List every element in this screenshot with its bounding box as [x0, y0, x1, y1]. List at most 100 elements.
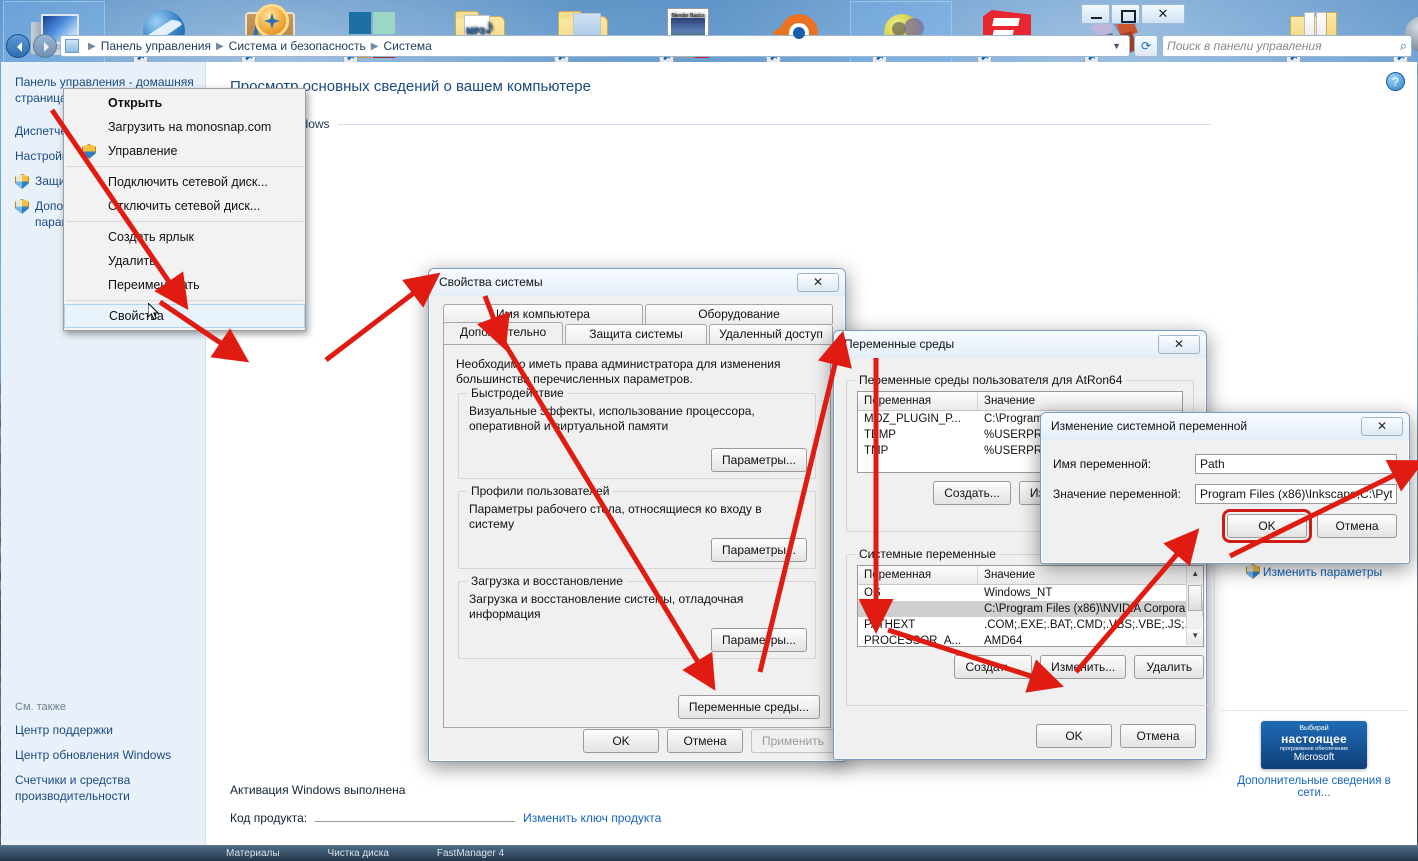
desktop-context-menu[interactable]: Открыть Загрузить на monosnap.com Управл…	[63, 88, 306, 331]
cancel-button[interactable]: Отмена	[1120, 724, 1196, 748]
context-menu-item-create-shortcut[interactable]: Создать ярлык	[64, 225, 305, 249]
edit-system-variable-dialog[interactable]: Изменение системной переменной ✕ Имя пер…	[1040, 412, 1410, 564]
context-menu-item-open[interactable]: Открыть	[64, 91, 305, 115]
vertical-scrollbar[interactable]: ▲ ▼	[1186, 567, 1204, 645]
breadcrumb-item-2[interactable]: Система	[383, 39, 431, 53]
minimize-button[interactable]	[1081, 4, 1110, 24]
see-also-windows-update[interactable]: Центр обновления Windows	[15, 747, 195, 763]
help-icon[interactable]: ?	[1386, 72, 1405, 91]
context-menu-item-delete[interactable]: Удалить	[64, 249, 305, 273]
group-performance: Быстродействие Визуальные эффекты, испол…	[458, 386, 816, 479]
breadcrumb-item-1[interactable]: Система и безопасность	[229, 39, 366, 53]
breadcrumb[interactable]: ▶ Панель управления ▶ Система и безопасн…	[60, 35, 1130, 57]
system-properties-titlebar[interactable]: Свойства системы ✕	[429, 269, 845, 296]
maximize-button[interactable]	[1111, 4, 1140, 24]
control-panel-navbar: ▶ Панель управления ▶ Система и безопасн…	[0, 30, 1418, 62]
more-info-online-link[interactable]: Дополнительные сведения в сети...	[1221, 775, 1407, 799]
badge-line-1: Выбирай	[1299, 725, 1329, 732]
environment-variables-button[interactable]: Переменные среды...	[677, 695, 820, 719]
ok-button[interactable]: OK	[1222, 509, 1312, 543]
cell-value: AMD64	[984, 635, 1023, 647]
user-profiles-settings-button[interactable]: Параметры...	[711, 538, 807, 562]
tabstrip-row-2: Дополнительно Защита системы Удаленный д…	[437, 322, 837, 344]
change-settings-label: Изменить параметры	[1262, 565, 1383, 579]
system-create-button[interactable]: Создать...	[954, 655, 1033, 679]
variable-name-field-row: Имя переменной:	[1053, 454, 1397, 474]
cell-value: C:\Program Files (x86)\NVIDIA Corpora...	[984, 603, 1195, 615]
dialog-title: Переменные среды	[844, 337, 955, 351]
tab-remote-access[interactable]: Удаленный доступ	[709, 324, 833, 344]
context-menu-item-map-network-drive[interactable]: Подключить сетевой диск...	[64, 170, 305, 194]
activation-section: Активация Windows выполнена Код продукта…	[230, 783, 661, 825]
table-row[interactable]: PATHEXT .COM;.EXE;.BAT;.CMD;.VBS;.VBE;.J…	[858, 617, 1203, 633]
shield-icon	[15, 199, 29, 214]
close-button[interactable]	[1141, 4, 1185, 24]
cancel-button[interactable]: Отмена	[1317, 514, 1397, 538]
table-row[interactable]: OS Windows_NT	[858, 585, 1203, 601]
refresh-button[interactable]: ⟳	[1134, 35, 1158, 57]
variable-name-input[interactable]	[1195, 454, 1397, 474]
tab-computer-name[interactable]: Имя компьютера	[443, 304, 643, 324]
taskbar-item-1[interactable]: Чистка диска	[328, 848, 389, 859]
advanced-tab-panel: Необходимо иметь права администратора дл…	[443, 344, 831, 728]
environment-variables-titlebar[interactable]: Переменные среды ✕	[834, 331, 1206, 358]
system-delete-button[interactable]: Удалить	[1134, 655, 1205, 679]
performance-settings-button[interactable]: Параметры...	[711, 448, 807, 472]
context-menu-item-disconnect-network-drive[interactable]: Отключить сетевой диск...	[64, 194, 305, 218]
ok-button[interactable]: OK	[582, 729, 659, 753]
scroll-up-icon[interactable]: ▲	[1187, 567, 1204, 583]
back-button[interactable]	[6, 34, 30, 58]
table-row[interactable]: PROCESSOR_A... AMD64	[858, 633, 1203, 649]
taskbar-item-2[interactable]: FastManager 4	[437, 848, 504, 859]
context-menu-item-manage[interactable]: Управление	[64, 139, 305, 163]
search-input[interactable]: Поиск в панели управления ⌕	[1162, 35, 1412, 57]
scroll-down-icon[interactable]: ▼	[1187, 629, 1204, 645]
badge-line-4: Microsoft	[1293, 752, 1335, 763]
chevron-down-icon[interactable]: ▼	[1108, 41, 1125, 51]
cell-variable: TMP	[864, 445, 889, 457]
ok-button[interactable]: OK	[1036, 724, 1112, 748]
context-menu-item-upload-monosnap[interactable]: Загрузить на monosnap.com	[64, 115, 305, 139]
dialog-title: Изменение системной переменной	[1051, 419, 1248, 433]
startup-recovery-settings-button[interactable]: Параметры...	[711, 628, 807, 652]
tabstrip-row-1: Имя компьютера Оборудование	[437, 302, 837, 324]
group-legend: Быстродействие	[467, 386, 568, 400]
taskbar-item-0[interactable]: Материалы	[226, 848, 280, 859]
change-settings-link[interactable]: Изменить параметры	[1221, 563, 1407, 580]
user-create-button[interactable]: Создать...	[933, 481, 1011, 505]
see-also-performance-tools[interactable]: Счетчики и средства производительности	[15, 772, 195, 804]
cancel-button[interactable]: Отмена	[666, 729, 743, 753]
see-also-header: См. также	[15, 701, 66, 713]
group-legend: Загрузка и восстановление	[467, 574, 627, 588]
scrollbar-thumb[interactable]	[1188, 585, 1203, 611]
taskbar[interactable]: Материалы Чистка диска FastManager 4	[0, 845, 1418, 861]
tab-system-protection[interactable]: Защита системы	[565, 324, 707, 344]
variable-value-input[interactable]	[1195, 484, 1397, 504]
control-panel-titlebar[interactable]	[1, 1, 1189, 31]
forward-button[interactable]	[33, 34, 57, 58]
group-description: Загрузка и восстановление системы, отлад…	[469, 592, 744, 621]
close-button[interactable]: ✕	[1361, 417, 1403, 436]
context-menu-item-properties[interactable]: Свойства	[64, 304, 305, 328]
change-product-key-link[interactable]: Изменить ключ продукта	[523, 811, 661, 825]
activation-status: Активация Windows выполнена	[230, 783, 406, 797]
page-title: Просмотр основных сведений о вашем компь…	[230, 78, 591, 95]
see-also-support-center[interactable]: Центр поддержки	[15, 722, 195, 738]
see-also-section: См. также Центр поддержки Центр обновлен…	[15, 701, 195, 813]
close-button[interactable]: ✕	[1158, 335, 1200, 354]
cell-variable: PATHEXT	[864, 619, 916, 631]
shield-icon	[82, 144, 96, 159]
tab-advanced[interactable]: Дополнительно	[443, 322, 563, 344]
badge-line-2: настоящее	[1281, 732, 1347, 746]
context-menu-item-rename[interactable]: Переименовать	[64, 273, 305, 297]
system-properties-dialog[interactable]: Свойства системы ✕ Имя компьютера Оборуд…	[428, 268, 846, 762]
cell-variable: MOZ_PLUGIN_P...	[864, 413, 961, 425]
system-variables-list[interactable]: Переменная Значение OS Windows_NT Path C…	[857, 565, 1205, 649]
table-row[interactable]: Path C:\Program Files (x86)\NVIDIA Corpo…	[858, 601, 1204, 617]
tab-hardware[interactable]: Оборудование	[645, 304, 833, 324]
group-system-variables: Системные переменные Переменная Значение…	[846, 547, 1216, 706]
system-edit-button[interactable]: Изменить...	[1040, 655, 1127, 679]
close-button[interactable]: ✕	[797, 273, 839, 292]
edit-variable-titlebar[interactable]: Изменение системной переменной ✕	[1041, 413, 1409, 440]
breadcrumb-item-0[interactable]: Панель управления	[101, 39, 211, 53]
